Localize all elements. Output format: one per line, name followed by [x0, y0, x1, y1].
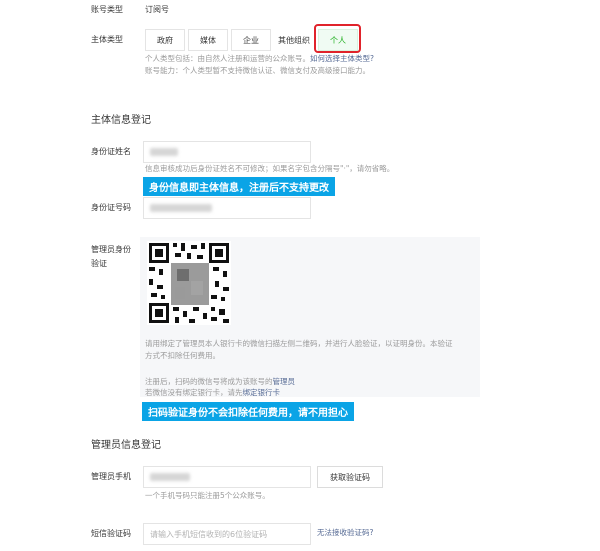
sms-code-input[interactable]: 请输入手机短信收到的6位验证码 [143, 523, 311, 545]
verification-qr-code[interactable] [147, 241, 231, 325]
bind-card-note-text: 若微信没有绑定银行卡，请先 [145, 388, 243, 397]
highlight-box [314, 24, 361, 53]
admin-note-text: 注册后，扫码的微信号将成为该账号的 [145, 377, 273, 386]
entity-type-other-org[interactable]: 其他组织 [274, 29, 314, 51]
get-verification-code-button[interactable]: 获取验证码 [317, 466, 383, 488]
account-type-label: 账号类型 [91, 5, 123, 14]
admin-verify-label: 管理员身份 验证 [91, 243, 131, 271]
admin-verify-label-line1: 管理员身份 [91, 245, 131, 254]
account-type-value: 订阅号 [145, 5, 169, 14]
account-capability-hint: 账号能力：个人类型暂不支持微信认证、微信支付及高级接口能力。 [145, 66, 370, 75]
admin-link[interactable]: 管理员 [273, 377, 296, 386]
how-to-choose-entity-link[interactable]: 如何选择主体类型? [310, 54, 374, 63]
info-banner-identity: 身份信息即主体信息，注册后不支持更改 [143, 177, 335, 196]
admin-phone-label: 管理员手机 [91, 472, 131, 481]
entity-info-title: 主体信息登记 [91, 115, 151, 126]
id-name-redacted [150, 148, 178, 156]
admin-phone-redacted [150, 473, 190, 481]
admin-info-title: 管理员信息登记 [91, 440, 161, 451]
admin-verify-desc-line2: 方式不扣除任何费用。 [145, 351, 220, 360]
id-number-label: 身份证号码 [91, 203, 131, 212]
entity-type-hint: 个人类型包括：由自然人注册和运营的公众账号。如何选择主体类型? [145, 53, 374, 65]
sms-code-label: 短信验证码 [91, 529, 131, 538]
id-number-redacted [150, 204, 212, 212]
id-name-hint: 信息审核成功后身份证姓名不可修改；如果名字包含分隔号"·"，请勿省略。 [145, 164, 395, 173]
entity-type-government[interactable]: 政府 [145, 29, 185, 51]
admin-verify-desc-line1: 请用绑定了管理员本人银行卡的微信扫描左侧二维码，并进行人脸验证，以证明身份。本验… [145, 339, 453, 348]
admin-verify-label-line2: 验证 [91, 259, 107, 268]
bind-bank-card-link[interactable]: 绑定银行卡 [243, 388, 281, 397]
info-banner-no-charge: 扫码验证身份不会扣除任何费用，请不用担心 [142, 402, 354, 421]
cannot-receive-code-link[interactable]: 无法接收验证码? [317, 527, 373, 539]
admin-note-line2: 若微信没有绑定银行卡，请先绑定银行卡 [145, 387, 280, 399]
id-name-label: 身份证姓名 [91, 147, 131, 156]
qr-code-icon [147, 241, 231, 325]
admin-phone-hint: 一个手机号码只能注册5个公众账号。 [145, 491, 270, 500]
entity-type-hint-text: 个人类型包括：由自然人注册和运营的公众账号。 [145, 54, 310, 63]
entity-type-enterprise[interactable]: 企业 [231, 29, 271, 51]
entity-type-media[interactable]: 媒体 [188, 29, 228, 51]
entity-type-label: 主体类型 [91, 35, 123, 44]
